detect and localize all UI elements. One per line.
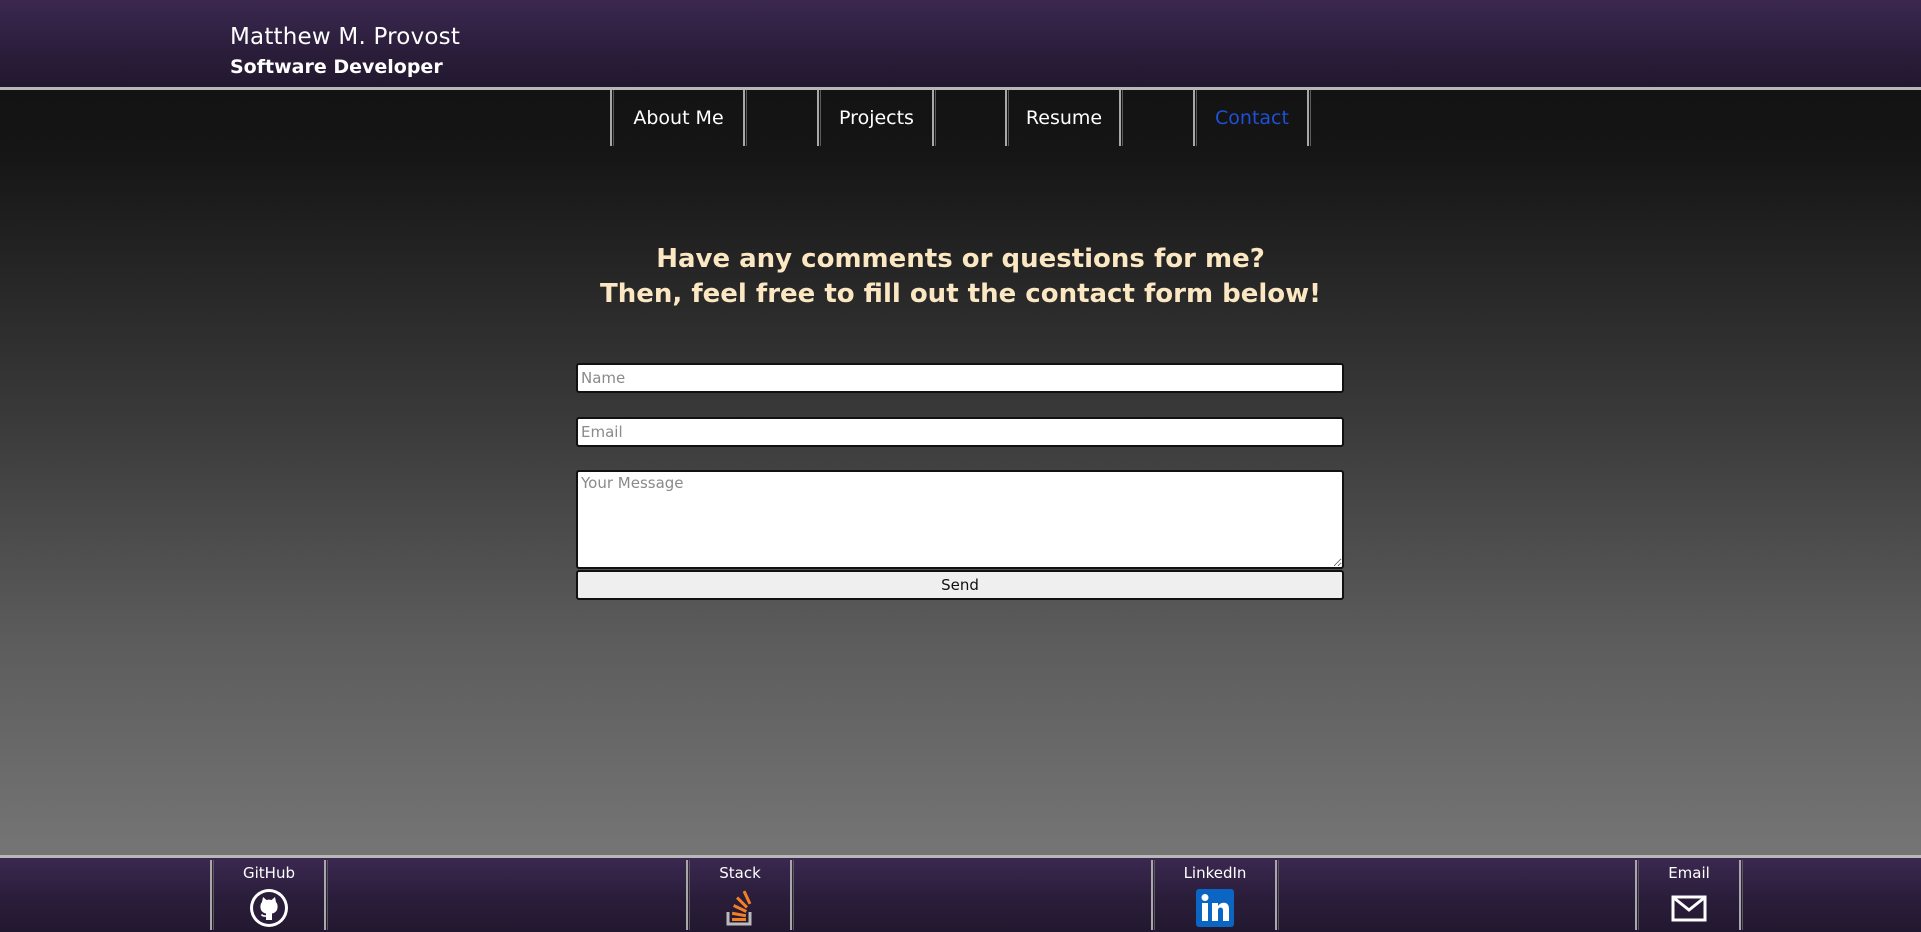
envelope-icon [1671,895,1707,922]
nav-item-contact[interactable]: Contact [1197,90,1307,146]
nav-separator [743,90,747,146]
linkedin-link[interactable]: LinkedIn [1155,858,1275,932]
footer-separator [790,860,794,930]
contact-heading: Have any comments or questions for me? T… [0,242,1921,312]
site-owner-name: Matthew M. Provost [230,24,461,50]
linkedin-icon [1196,889,1234,927]
email-field[interactable] [576,417,1344,447]
github-octocat-icon [250,889,288,927]
nav-separator [932,90,936,146]
stackoverflow-icon [726,890,752,926]
stackoverflow-label: Stack [719,864,761,882]
github-label: GitHub [243,864,295,882]
site-owner-title: Software Developer [230,56,443,78]
linkedin-label: LinkedIn [1183,864,1247,882]
nav-item-about-me[interactable]: About Me [614,90,743,146]
stackoverflow-link[interactable]: Stack [690,858,790,932]
contact-heading-line-2: Then, feel free to fill out the contact … [600,279,1321,309]
nav-item-projects[interactable]: Projects [821,90,932,146]
site-header: Matthew M. Provost Software Developer [0,0,1921,90]
site-footer: GitHub Stack LinkedIn Email [0,855,1921,932]
message-field[interactable] [576,470,1344,569]
contact-heading-line-1: Have any comments or questions for me? [656,244,1265,274]
send-button[interactable]: Send [576,570,1344,600]
main-nav: About Me Projects Resume Contact [0,90,1921,146]
github-link[interactable]: GitHub [214,858,324,932]
footer-separator [324,860,328,930]
nav-item-resume[interactable]: Resume [1009,90,1119,146]
email-label: Email [1668,864,1710,882]
nav-separator [1307,90,1311,146]
name-field[interactable] [576,363,1344,393]
footer-separator [1275,860,1279,930]
footer-separator [1739,860,1743,930]
email-link[interactable]: Email [1639,858,1739,932]
nav-separator [1119,90,1123,146]
